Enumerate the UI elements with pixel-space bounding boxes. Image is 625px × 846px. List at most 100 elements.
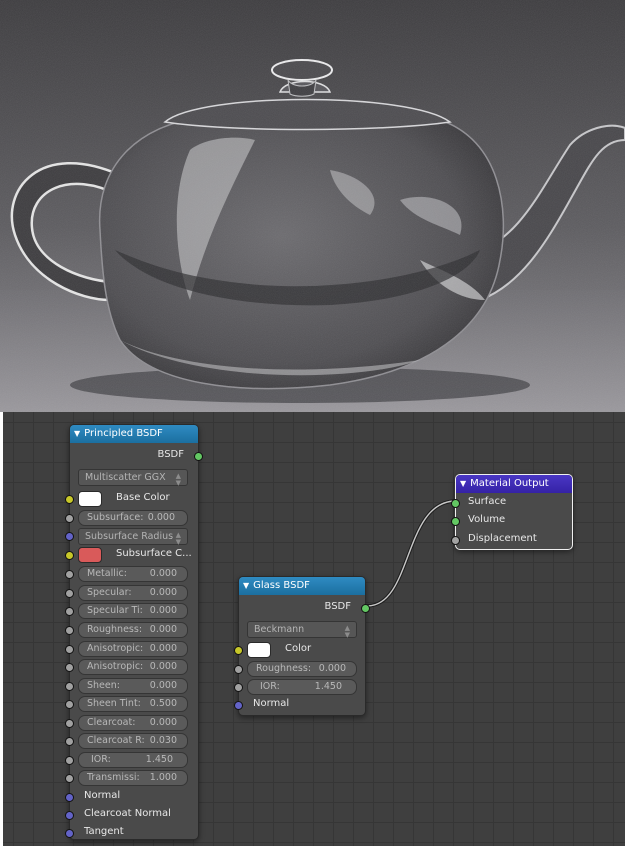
field-value: 0.000 (149, 568, 177, 579)
bsdf-output-socket[interactable] (361, 604, 370, 613)
field-value: 0.000 (149, 717, 177, 728)
volume-row: Volume (451, 512, 572, 530)
node-title: Glass BSDF (253, 580, 310, 591)
normal-socket[interactable] (65, 793, 74, 802)
anisotropic-rotation-field[interactable]: Anisotropic: 0.000 (78, 659, 188, 675)
clearcoat-field[interactable]: Clearcoat: 0.000 (78, 715, 188, 731)
metallic-field[interactable]: Metallic: 0.000 (78, 566, 188, 582)
updown-arrow-icon: ▲ ▼ (344, 624, 350, 639)
roughness-field[interactable]: Roughness: 0.000 (78, 622, 188, 638)
collapse-triangle-icon[interactable]: ▼ (74, 425, 80, 443)
anisotropic-rotation-socket[interactable] (65, 663, 74, 672)
distribution-value: Beckmann (254, 624, 305, 635)
updown-arrow-icon: ▲ ▼ (175, 531, 181, 546)
glass-normal-row: Normal (234, 696, 365, 714)
distribution-row: Multiscatter GGX ▲ ▼ (70, 468, 198, 487)
specular-tint-socket[interactable] (65, 607, 74, 616)
field-value: 0.000 (149, 680, 177, 691)
sheen-tint-socket[interactable] (65, 700, 74, 709)
field-label: Roughness: (256, 663, 312, 674)
subsurface-radius-dropdown[interactable]: Subsurface Radius ▲ ▼ (78, 528, 188, 546)
anisotropic-field[interactable]: Anisotropic: 0.000 (78, 641, 188, 657)
sheen-field[interactable]: Sheen: 0.000 (78, 678, 188, 694)
node-editor-canvas[interactable]: ▼ Principled BSDF BSDF Multiscatter GGX ▲… (3, 412, 625, 846)
normal-socket[interactable] (234, 701, 243, 710)
metallic-socket[interactable] (65, 570, 74, 579)
ior-row: IOR: 1.450 (65, 751, 198, 769)
field-value: 1.000 (149, 772, 177, 783)
field-label: Clearcoat: (87, 717, 136, 728)
specular-tint-row: Specular Ti: 0.000 (65, 602, 198, 620)
normal-row: Normal (65, 788, 198, 806)
subsurface-socket[interactable] (65, 514, 74, 523)
sheen-socket[interactable] (65, 682, 74, 691)
subsurface-color-swatch[interactable] (78, 547, 102, 563)
ior-socket[interactable] (65, 756, 74, 765)
bsdf-output-row: BSDF (70, 447, 203, 465)
glass-ior-row: IOR: 1.450 (234, 678, 365, 696)
field-label: Specular Ti: (87, 605, 143, 616)
glass-distribution-dropdown[interactable]: Beckmann ▲ ▼ (247, 621, 357, 639)
subsurface-field[interactable]: Subsurface: 0.000 (78, 510, 188, 526)
sheen-tint-field[interactable]: Sheen Tint: 0.500 (78, 696, 188, 712)
sheen-row: Sheen: 0.000 (65, 677, 198, 695)
specular-tint-field[interactable]: Specular Ti: 0.000 (78, 603, 188, 619)
roughness-socket[interactable] (234, 665, 243, 674)
field-label: Roughness: (87, 624, 143, 635)
subsurface-color-socket[interactable] (65, 551, 74, 560)
field-label: Anisotropic: (87, 643, 144, 654)
principled-bsdf-node[interactable]: ▼ Principled BSDF BSDF Multiscatter GGX ▲… (65, 424, 203, 840)
glass-roughness-row: Roughness: 0.000 (234, 660, 365, 678)
distribution-dropdown[interactable]: Multiscatter GGX ▲ ▼ (78, 469, 188, 487)
field-label: IOR: (260, 681, 280, 692)
color-socket[interactable] (234, 646, 243, 655)
base-color-swatch[interactable] (78, 491, 102, 507)
field-label: Subsurface: (87, 512, 144, 523)
bsdf-output-socket[interactable] (194, 452, 203, 461)
field-label: Anisotropic: (87, 661, 144, 672)
tangent-socket[interactable] (65, 829, 74, 838)
glass-bsdf-node[interactable]: ▼ Glass BSDF BSDF Beckmann ▲ ▼ Color Rough… (234, 576, 370, 716)
normal-label: Normal (84, 790, 121, 801)
field-label: Clearcoat R: (87, 735, 145, 746)
color-label: Color (285, 643, 312, 654)
volume-socket[interactable] (451, 517, 460, 526)
glass-roughness-field[interactable]: Roughness: 0.000 (247, 661, 357, 677)
clearcoat-roughness-socket[interactable] (65, 737, 74, 746)
subsurface-row: Subsurface: 0.000 (65, 509, 198, 527)
field-value: 0.000 (149, 643, 177, 654)
base-color-row: Base Color (65, 490, 198, 508)
collapse-triangle-icon[interactable]: ▼ (243, 577, 249, 595)
specular-socket[interactable] (65, 589, 74, 598)
roughness-socket[interactable] (65, 626, 74, 635)
principled-bsdf-header[interactable]: ▼ Principled BSDF (70, 425, 198, 443)
displacement-socket[interactable] (451, 536, 460, 545)
clearcoat-socket[interactable] (65, 719, 74, 728)
anisotropic-rotation-row: Anisotropic: 0.000 (65, 658, 198, 676)
transmission-socket[interactable] (65, 774, 74, 783)
sheen-tint-row: Sheen Tint: 0.500 (65, 695, 198, 713)
glass-color-swatch[interactable] (247, 642, 271, 658)
bsdf-output-label: BSDF (157, 449, 184, 460)
clearcoat-normal-row: Clearcoat Normal (65, 806, 198, 824)
ior-socket[interactable] (234, 683, 243, 692)
glass-bsdf-header[interactable]: ▼ Glass BSDF (239, 577, 365, 595)
glass-ior-field[interactable]: IOR: 1.450 (247, 679, 357, 695)
field-label: Transmissi: (87, 772, 140, 783)
material-output-header[interactable]: ▼ Material Output (456, 475, 572, 493)
clearcoat-roughness-field[interactable]: Clearcoat R: 0.030 (78, 733, 188, 749)
transmission-field[interactable]: Transmissi: 1.000 (78, 770, 188, 786)
surface-socket[interactable] (451, 499, 460, 508)
clearcoat-normal-socket[interactable] (65, 811, 74, 820)
ior-field[interactable]: IOR: 1.450 (78, 752, 188, 768)
collapse-triangle-icon[interactable]: ▼ (460, 475, 466, 493)
base-color-socket[interactable] (65, 495, 74, 504)
field-label: Sheen Tint: (87, 698, 141, 709)
link-glass-to-surface (366, 499, 457, 608)
subsurface-radius-socket[interactable] (65, 532, 74, 541)
subsurface-color-row: Subsurface C... (65, 546, 198, 564)
anisotropic-socket[interactable] (65, 645, 74, 654)
clearcoat-normal-label: Clearcoat Normal (84, 808, 171, 819)
material-output-node[interactable]: ▼ Material Output Surface Volume Displace… (451, 474, 573, 550)
specular-field[interactable]: Specular: 0.000 (78, 585, 188, 601)
